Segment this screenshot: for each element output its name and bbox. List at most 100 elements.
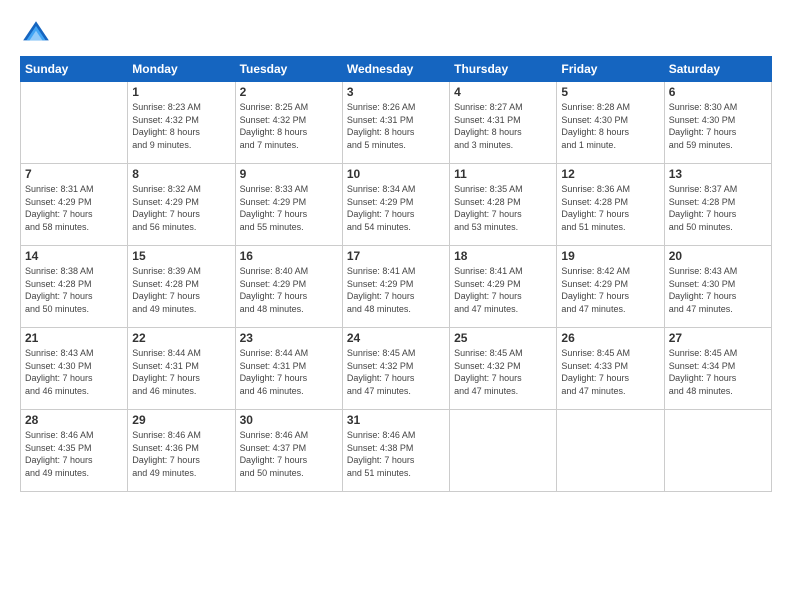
week-row-5: 28Sunrise: 8:46 AM Sunset: 4:35 PM Dayli… [21,410,772,492]
day-info: Sunrise: 8:45 AM Sunset: 4:32 PM Dayligh… [347,347,445,397]
day-info: Sunrise: 8:37 AM Sunset: 4:28 PM Dayligh… [669,183,767,233]
day-info: Sunrise: 8:35 AM Sunset: 4:28 PM Dayligh… [454,183,552,233]
weekday-header-row: SundayMondayTuesdayWednesdayThursdayFrid… [21,57,772,82]
day-info: Sunrise: 8:45 AM Sunset: 4:34 PM Dayligh… [669,347,767,397]
day-info: Sunrise: 8:43 AM Sunset: 4:30 PM Dayligh… [669,265,767,315]
day-number: 31 [347,413,445,427]
calendar-cell: 12Sunrise: 8:36 AM Sunset: 4:28 PM Dayli… [557,164,664,246]
day-number: 19 [561,249,659,263]
calendar-cell: 17 Sunrise: 8:41 AM Sunset: 4:29 PM Dayli… [342,246,449,328]
day-info: Sunrise: 8:27 AM Sunset: 4:31 PM Dayligh… [454,101,552,151]
weekday-header-tuesday: Tuesday [235,57,342,82]
day-info: Sunrise: 8:41 AM Sunset: 4:29 PM Dayligh… [454,265,552,315]
day-number: 9 [240,167,338,181]
calendar-cell: 25 Sunrise: 8:45 AM Sunset: 4:32 PM Dayli… [450,328,557,410]
day-number: 7 [25,167,123,181]
day-info: Sunrise: 8:28 AM Sunset: 4:30 PM Dayligh… [561,101,659,151]
weekday-header-wednesday: Wednesday [342,57,449,82]
calendar-cell: 20 Sunrise: 8:43 AM Sunset: 4:30 PM Dayli… [664,246,771,328]
calendar-cell: 16 Sunrise: 8:40 AM Sunset: 4:29 PM Dayli… [235,246,342,328]
calendar-cell: 29 Sunrise: 8:46 AM Sunset: 4:36 PM Dayli… [128,410,235,492]
calendar-cell: 14 Sunrise: 8:38 AM Sunset: 4:28 PM Dayli… [21,246,128,328]
day-number: 10 [347,167,445,181]
calendar-cell: 31Sunrise: 8:46 AM Sunset: 4:38 PM Dayli… [342,410,449,492]
day-number: 26 [561,331,659,345]
calendar-cell: 24 Sunrise: 8:45 AM Sunset: 4:32 PM Dayli… [342,328,449,410]
calendar: SundayMondayTuesdayWednesdayThursdayFrid… [20,56,772,492]
day-info: Sunrise: 8:25 AM Sunset: 4:32 PM Dayligh… [240,101,338,151]
day-number: 23 [240,331,338,345]
day-number: 3 [347,85,445,99]
day-info: Sunrise: 8:44 AM Sunset: 4:31 PM Dayligh… [132,347,230,397]
day-number: 27 [669,331,767,345]
day-number: 20 [669,249,767,263]
day-number: 24 [347,331,445,345]
day-number: 5 [561,85,659,99]
day-info: Sunrise: 8:40 AM Sunset: 4:29 PM Dayligh… [240,265,338,315]
calendar-cell [21,82,128,164]
logo-icon [20,18,52,50]
day-number: 17 [347,249,445,263]
calendar-cell [664,410,771,492]
weekday-header-monday: Monday [128,57,235,82]
weekday-header-sunday: Sunday [21,57,128,82]
day-info: Sunrise: 8:30 AM Sunset: 4:30 PM Dayligh… [669,101,767,151]
day-number: 4 [454,85,552,99]
calendar-cell: 8 Sunrise: 8:32 AM Sunset: 4:29 PM Daylig… [128,164,235,246]
calendar-cell: 11 Sunrise: 8:35 AM Sunset: 4:28 PM Dayli… [450,164,557,246]
calendar-cell: 5 Sunrise: 8:28 AM Sunset: 4:30 PM Daylig… [557,82,664,164]
day-number: 6 [669,85,767,99]
calendar-cell: 10 Sunrise: 8:34 AM Sunset: 4:29 PM Dayli… [342,164,449,246]
calendar-cell: 28Sunrise: 8:46 AM Sunset: 4:35 PM Dayli… [21,410,128,492]
week-row-4: 21Sunrise: 8:43 AM Sunset: 4:30 PM Dayli… [21,328,772,410]
calendar-cell: 3Sunrise: 8:26 AM Sunset: 4:31 PM Daylig… [342,82,449,164]
calendar-cell: 7Sunrise: 8:31 AM Sunset: 4:29 PM Daylig… [21,164,128,246]
day-number: 14 [25,249,123,263]
calendar-cell: 21Sunrise: 8:43 AM Sunset: 4:30 PM Dayli… [21,328,128,410]
week-row-1: 1 Sunrise: 8:23 AM Sunset: 4:32 PM Daylig… [21,82,772,164]
day-number: 25 [454,331,552,345]
day-number: 30 [240,413,338,427]
day-info: Sunrise: 8:23 AM Sunset: 4:32 PM Dayligh… [132,101,230,151]
day-number: 8 [132,167,230,181]
calendar-cell: 19 Sunrise: 8:42 AM Sunset: 4:29 PM Dayli… [557,246,664,328]
weekday-header-thursday: Thursday [450,57,557,82]
day-info: Sunrise: 8:39 AM Sunset: 4:28 PM Dayligh… [132,265,230,315]
calendar-cell: 27 Sunrise: 8:45 AM Sunset: 4:34 PM Dayli… [664,328,771,410]
week-row-3: 14 Sunrise: 8:38 AM Sunset: 4:28 PM Dayli… [21,246,772,328]
calendar-cell: 6 Sunrise: 8:30 AM Sunset: 4:30 PM Daylig… [664,82,771,164]
calendar-cell: 13Sunrise: 8:37 AM Sunset: 4:28 PM Dayli… [664,164,771,246]
day-info: Sunrise: 8:41 AM Sunset: 4:29 PM Dayligh… [347,265,445,315]
calendar-cell: 1 Sunrise: 8:23 AM Sunset: 4:32 PM Daylig… [128,82,235,164]
calendar-cell: 9 Sunrise: 8:33 AM Sunset: 4:29 PM Daylig… [235,164,342,246]
calendar-cell: 30 Sunrise: 8:46 AM Sunset: 4:37 PM Dayli… [235,410,342,492]
day-info: Sunrise: 8:42 AM Sunset: 4:29 PM Dayligh… [561,265,659,315]
day-number: 18 [454,249,552,263]
day-number: 29 [132,413,230,427]
day-info: Sunrise: 8:33 AM Sunset: 4:29 PM Dayligh… [240,183,338,233]
calendar-cell: 4 Sunrise: 8:27 AM Sunset: 4:31 PM Daylig… [450,82,557,164]
day-number: 22 [132,331,230,345]
day-info: Sunrise: 8:45 AM Sunset: 4:33 PM Dayligh… [561,347,659,397]
page: SundayMondayTuesdayWednesdayThursdayFrid… [0,0,792,612]
day-number: 21 [25,331,123,345]
weekday-header-friday: Friday [557,57,664,82]
logo [20,18,56,50]
day-info: Sunrise: 8:34 AM Sunset: 4:29 PM Dayligh… [347,183,445,233]
day-info: Sunrise: 8:38 AM Sunset: 4:28 PM Dayligh… [25,265,123,315]
calendar-cell: 18 Sunrise: 8:41 AM Sunset: 4:29 PM Dayli… [450,246,557,328]
day-number: 15 [132,249,230,263]
day-info: Sunrise: 8:46 AM Sunset: 4:37 PM Dayligh… [240,429,338,479]
calendar-cell: 22 Sunrise: 8:44 AM Sunset: 4:31 PM Dayli… [128,328,235,410]
day-number: 16 [240,249,338,263]
day-number: 1 [132,85,230,99]
week-row-2: 7Sunrise: 8:31 AM Sunset: 4:29 PM Daylig… [21,164,772,246]
day-info: Sunrise: 8:32 AM Sunset: 4:29 PM Dayligh… [132,183,230,233]
weekday-header-saturday: Saturday [664,57,771,82]
day-info: Sunrise: 8:45 AM Sunset: 4:32 PM Dayligh… [454,347,552,397]
day-number: 28 [25,413,123,427]
calendar-cell: 2Sunrise: 8:25 AM Sunset: 4:32 PM Daylig… [235,82,342,164]
day-info: Sunrise: 8:46 AM Sunset: 4:36 PM Dayligh… [132,429,230,479]
day-number: 11 [454,167,552,181]
calendar-cell: 23Sunrise: 8:44 AM Sunset: 4:31 PM Dayli… [235,328,342,410]
